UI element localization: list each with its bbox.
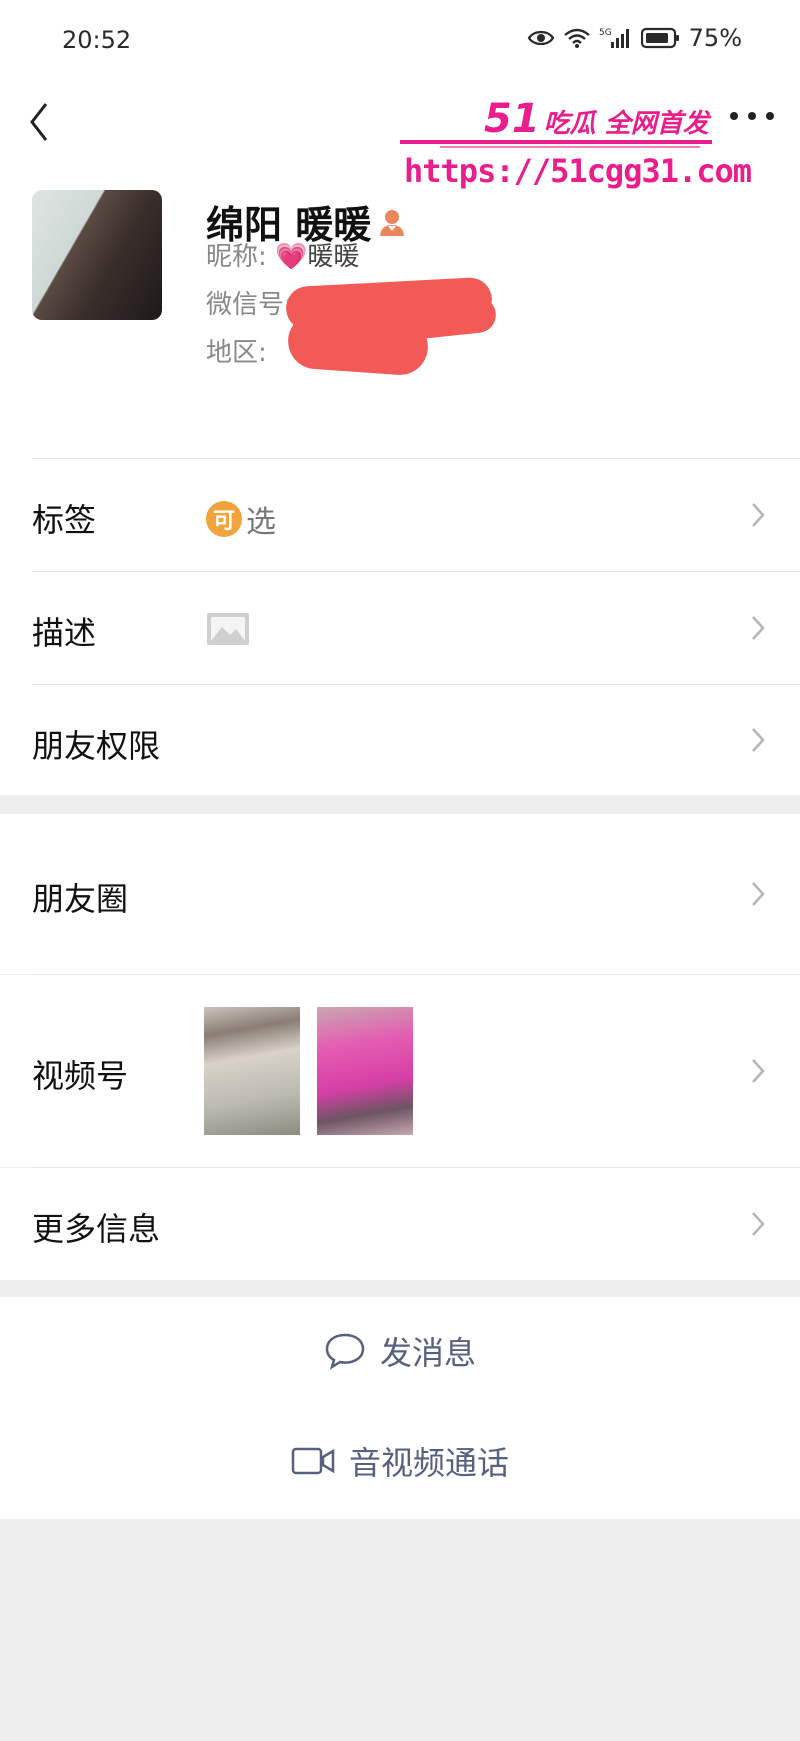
watermark-line-thin xyxy=(440,146,700,148)
signal-5g-icon: 5G xyxy=(599,28,629,48)
channels-cell[interactable]: 视频号 xyxy=(0,975,800,1167)
send-message-button[interactable]: 发消息 xyxy=(0,1325,800,1377)
chevron-right-icon xyxy=(752,728,765,752)
image-placeholder-icon xyxy=(207,613,249,645)
friend-permissions-label: 朋友权限 xyxy=(32,727,161,765)
chevron-right-icon xyxy=(752,616,765,640)
video-call-button[interactable]: 音视频通话 xyxy=(0,1435,800,1487)
watermark-url: https://51cgg31.com xyxy=(404,152,752,190)
send-message-label: 发消息 xyxy=(379,1334,476,1372)
chevron-right-icon xyxy=(752,882,765,906)
channels-label: 视频号 xyxy=(32,1057,129,1095)
nickname-value: 💗暖暖 xyxy=(275,242,360,272)
svg-text:5G: 5G xyxy=(599,28,612,38)
battery-icon xyxy=(640,27,679,49)
more-info-cell[interactable]: 更多信息 xyxy=(0,1168,800,1280)
wechat-id-row: 微信号: xyxy=(206,284,293,321)
wechat-id-label: 微信号: xyxy=(206,290,293,320)
video-call-label: 音视频通话 xyxy=(348,1444,509,1482)
moments-label: 朋友圈 xyxy=(32,880,129,918)
watermark-brand: 51 xyxy=(484,96,540,142)
status-icons: 5G 75% xyxy=(527,24,742,52)
video-camera-icon xyxy=(291,1447,335,1475)
more-info-label: 更多信息 xyxy=(32,1210,161,1248)
status-bar: 20:52 5G 75% xyxy=(0,0,800,84)
chat-bubble-icon xyxy=(325,1333,365,1370)
action-panel: 发消息 音视频通话 xyxy=(0,1297,800,1519)
back-arrow-icon[interactable] xyxy=(22,94,62,150)
eye-icon xyxy=(527,30,554,46)
tags-optional-text: 选 xyxy=(246,505,276,540)
friend-permissions-cell[interactable]: 朋友权限 xyxy=(0,685,800,795)
battery-percent: 75% xyxy=(688,24,742,52)
moments-cell[interactable]: 朋友圈 xyxy=(0,814,800,974)
tags-optional: 可 选 xyxy=(206,497,276,541)
description-label: 描述 xyxy=(32,614,97,652)
description-cell[interactable]: 描述 xyxy=(0,572,800,684)
chevron-right-icon xyxy=(752,1059,765,1083)
region-row: 地区: xyxy=(206,332,267,369)
profile-header: 绵阳 暖暖 昵称: 💗暖暖 微信号: 地区: xyxy=(0,190,800,410)
watermark-brand-suffix: 吃瓜 全网首发 xyxy=(543,109,709,139)
watermark-line xyxy=(400,140,712,144)
chevron-right-icon xyxy=(752,1212,765,1236)
avatar[interactable] xyxy=(32,190,162,320)
channels-thumbnail xyxy=(317,1007,413,1135)
nickname-label: 昵称: xyxy=(206,242,267,272)
channels-thumbnail xyxy=(204,1007,300,1135)
status-time: 20:52 xyxy=(62,26,132,54)
region-label: 地区: xyxy=(206,338,267,368)
female-gender-icon xyxy=(380,209,405,236)
more-options-icon[interactable] xyxy=(722,96,782,136)
wifi-icon xyxy=(563,28,590,48)
tag-optional-badge: 可 xyxy=(206,501,242,537)
nickname-row: 昵称: 💗暖暖 xyxy=(206,236,359,273)
tags-cell[interactable]: 标签 可 选 xyxy=(0,459,800,571)
watermark: 51 吃瓜 全网首发 https://51cgg31.com xyxy=(400,96,752,196)
tags-label: 标签 xyxy=(32,501,97,539)
chevron-right-icon xyxy=(752,503,765,527)
